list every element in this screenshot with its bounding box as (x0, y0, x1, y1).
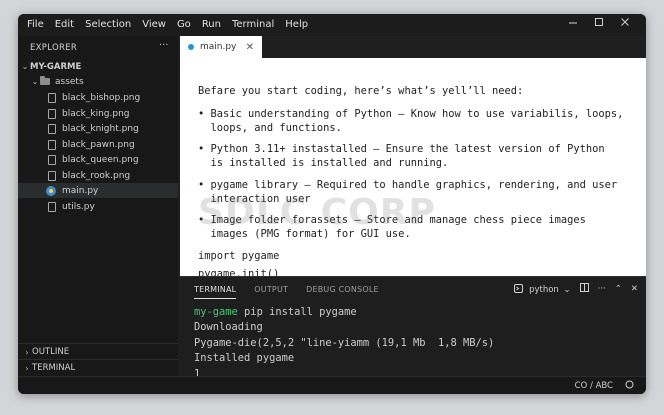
tab-debug-console[interactable]: DEBUG CONSOLE (306, 285, 379, 299)
terminal-icon (514, 283, 524, 293)
file-item[interactable]: black_queen.png (18, 152, 178, 167)
image-file-icon (48, 170, 56, 181)
editor-text-line: loops, and functions. (198, 122, 342, 134)
file-item-main-py[interactable]: main.py (18, 183, 178, 198)
close-window-icon[interactable] (612, 17, 638, 30)
close-panel-icon[interactable]: ✕ (631, 284, 638, 294)
status-bar: CO / ABC (18, 376, 646, 394)
file-label: black_queen.png (62, 154, 139, 165)
menu-view[interactable]: View (142, 19, 166, 30)
more-icon[interactable]: ··· (598, 284, 606, 294)
chevron-right-icon: › (25, 363, 29, 373)
workspace-root[interactable]: ⌄ MY-GARME (18, 59, 178, 74)
minimize-icon[interactable] (560, 17, 586, 30)
tab-output[interactable]: OUTPUT (254, 285, 288, 299)
terminal-section-label: TERMINAL (32, 363, 76, 373)
menu-bar: File Edit Selection View Go Run Terminal… (27, 19, 319, 30)
file-item[interactable]: black_pawn.png (18, 137, 178, 152)
editor-text-line: images (PMG format) for GUI use. (198, 228, 411, 240)
editor-text-line: is installed is installed and running. (198, 157, 449, 169)
file-label: black_knight.png (62, 123, 139, 134)
outline-section[interactable]: › OUTLINE (18, 343, 178, 360)
window-controls (560, 17, 638, 30)
code-line: import pygame (198, 250, 280, 262)
file-item[interactable]: black_rook.png (18, 168, 178, 183)
explorer-more-icon[interactable]: ··· (159, 40, 169, 51)
file-item[interactable]: black_king.png (18, 106, 178, 121)
vscode-window: File Edit Selection View Go Run Terminal… (18, 14, 646, 394)
terminal-command: pip install pygame (237, 306, 357, 318)
split-terminal-icon[interactable] (579, 283, 589, 295)
chevron-down-icon: ⌄ (31, 77, 39, 86)
file-label: black_pawn.png (62, 139, 135, 150)
editor-text-line: interaction user (198, 193, 311, 205)
image-file-icon (48, 108, 56, 119)
file-label: main.py (62, 185, 99, 196)
menu-help[interactable]: Help (285, 19, 308, 30)
file-label: black_bishop.png (62, 92, 141, 103)
menu-edit[interactable]: Edit (55, 19, 74, 30)
file-label: utils.py (62, 201, 95, 212)
outline-label: OUTLINE (32, 347, 70, 357)
editor-tab-bar: main.py ✕ (178, 36, 646, 58)
terminal-line: Downloading (194, 321, 263, 334)
file-item[interactable]: black_knight.png (18, 121, 178, 136)
python-file-icon (46, 185, 56, 196)
menu-file[interactable]: File (27, 19, 44, 30)
explorer-title: EXPLORER (30, 43, 78, 53)
panel-tabs: TERMINAL OUTPUT DEBUG CONSOLE (194, 285, 397, 299)
file-item[interactable]: black_bishop.png (18, 90, 178, 105)
status-encoding[interactable]: CO / ABC (575, 381, 613, 391)
folder-assets[interactable]: ⌄ assets (18, 74, 178, 89)
chevron-right-icon: › (25, 347, 29, 357)
chevron-down-icon: ⌄ (563, 284, 571, 295)
editor-text-line: • Basic understanding of Python — Know h… (198, 108, 624, 120)
editor-text-line: • Image folder forassets — Store and man… (198, 214, 586, 226)
menu-selection[interactable]: Selection (85, 19, 131, 30)
menu-terminal[interactable]: Terminal (232, 19, 274, 30)
terminal-line: Pygame-die(2,5,2 "line-yiamm (19,1 Mb 1,… (194, 336, 495, 349)
workspace-root-label: MY-GARME (30, 61, 82, 72)
menu-run[interactable]: Run (202, 19, 221, 30)
close-tab-icon[interactable]: ✕ (246, 42, 254, 53)
image-file-icon (48, 154, 56, 165)
code-line: pygame.init() (198, 268, 280, 276)
maximize-panel-icon[interactable]: ⌃ (615, 284, 622, 294)
python-file-icon (188, 44, 194, 50)
folder-assets-label: assets (55, 76, 84, 87)
terminal-line: Installed pygame (194, 352, 295, 365)
image-file-icon (48, 123, 56, 134)
editor-text-line: Befare you start coding, here’s what’s y… (198, 85, 524, 97)
folder-icon (40, 76, 50, 85)
file-icon (48, 201, 56, 212)
image-file-icon (48, 92, 56, 103)
file-label: black_king.png (62, 108, 130, 119)
bottom-panel: TERMINAL OUTPUT DEBUG CONSOLE python ⌄ ·… (180, 276, 646, 380)
terminal-output[interactable]: my-game pip install pygame Downloading P… (194, 305, 494, 382)
editor-text-line: • pygame library — Required to handle gr… (198, 179, 618, 191)
chevron-down-icon: ⌄ (21, 62, 29, 71)
editor-text-line: • Python 3.11+ instastalled — Ensure the… (198, 143, 605, 155)
title-bar: File Edit Selection View Go Run Terminal… (18, 14, 646, 36)
terminal-prompt: my-game (194, 306, 238, 318)
terminal-section[interactable]: › TERMINAL (18, 359, 178, 376)
file-item-utils-py[interactable]: utils.py (18, 199, 178, 214)
maximize-icon[interactable] (586, 17, 612, 30)
file-label: black_rook.png (62, 170, 131, 181)
tab-label: main.py (200, 42, 237, 52)
image-file-icon (48, 139, 56, 150)
shell-selector[interactable]: python ⌄ (514, 283, 571, 295)
tab-terminal[interactable]: TERMINAL (194, 285, 237, 299)
explorer-sidebar: EXPLORER ··· ⌄ MY-GARME ⌄ assets black_b… (18, 36, 178, 376)
notifications-icon[interactable] (625, 380, 634, 392)
tab-main-py[interactable]: main.py ✕ (180, 36, 262, 58)
shell-label: python (529, 284, 559, 295)
panel-controls: python ⌄ ··· ⌃ ✕ (505, 283, 638, 295)
editor-content[interactable]: Befare you start coding, here’s what’s y… (180, 58, 646, 276)
menu-go[interactable]: Go (177, 19, 191, 30)
status-right: CO / ABC (563, 380, 634, 392)
